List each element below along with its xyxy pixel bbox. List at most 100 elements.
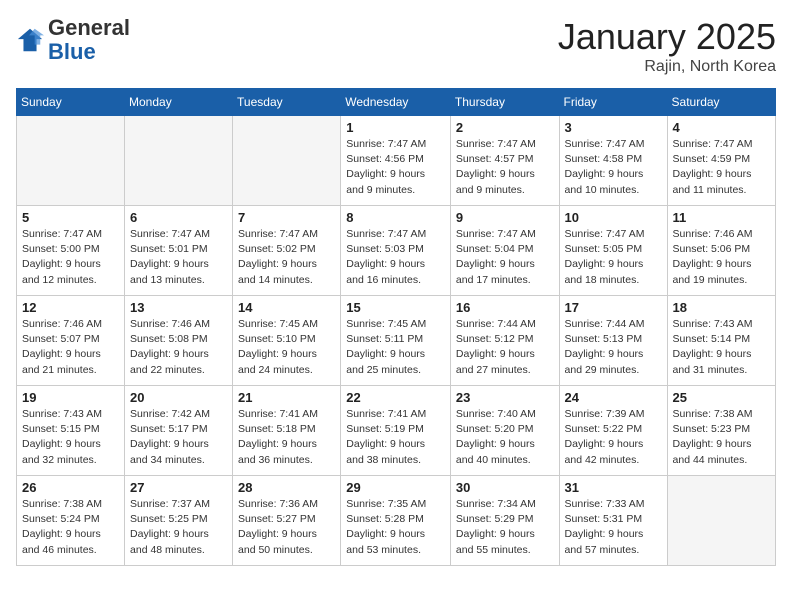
day-number: 26 xyxy=(22,480,119,495)
logo-blue-text: Blue xyxy=(48,39,96,64)
day-info: Sunrise: 7:47 AMSunset: 4:57 PMDaylight:… xyxy=(456,137,554,198)
calendar-table: SundayMondayTuesdayWednesdayThursdayFrid… xyxy=(16,88,776,566)
weekday-header: Wednesday xyxy=(341,89,451,116)
day-info: Sunrise: 7:40 AMSunset: 5:20 PMDaylight:… xyxy=(456,407,554,468)
calendar-cell: 19Sunrise: 7:43 AMSunset: 5:15 PMDayligh… xyxy=(17,386,125,476)
day-number: 16 xyxy=(456,300,554,315)
month-title: January 2025 xyxy=(558,16,776,58)
day-number: 20 xyxy=(130,390,227,405)
calendar-cell: 6 Sunrise: 7:47 AMSunset: 5:01 PMDaylight… xyxy=(125,206,233,296)
day-info: Sunrise: 7:47 AMSunset: 5:01 PMDaylight:… xyxy=(130,227,227,288)
calendar-cell: 4Sunrise: 7:47 AMSunset: 4:59 PMDaylight… xyxy=(667,116,775,206)
day-number: 29 xyxy=(346,480,445,495)
weekday-header: Friday xyxy=(559,89,667,116)
day-info: Sunrise: 7:46 AMSunset: 5:07 PMDaylight:… xyxy=(22,317,119,378)
day-info: Sunrise: 7:47 AMSunset: 5:03 PMDaylight:… xyxy=(346,227,445,288)
calendar-cell: 31 Sunrise: 7:33 AMSunset: 5:31 PMDayligh… xyxy=(559,476,667,566)
day-number: 6 xyxy=(130,210,227,225)
calendar-cell: 14Sunrise: 7:45 AMSunset: 5:10 PMDayligh… xyxy=(233,296,341,386)
day-info: Sunrise: 7:47 AMSunset: 5:05 PMDaylight:… xyxy=(565,227,662,288)
weekday-header: Sunday xyxy=(17,89,125,116)
calendar-cell xyxy=(17,116,125,206)
calendar-cell: 29 Sunrise: 7:35 AMSunset: 5:28 PMDayligh… xyxy=(341,476,451,566)
weekday-header: Thursday xyxy=(450,89,559,116)
day-info: Sunrise: 7:43 AMSunset: 5:14 PMDaylight:… xyxy=(673,317,770,378)
day-number: 28 xyxy=(238,480,335,495)
day-info: Sunrise: 7:41 AMSunset: 5:19 PMDaylight:… xyxy=(346,407,445,468)
day-info: Sunrise: 7:35 AMSunset: 5:28 PMDaylight:… xyxy=(346,497,445,558)
day-info: Sunrise: 7:46 AMSunset: 5:08 PMDaylight:… xyxy=(130,317,227,378)
day-info: Sunrise: 7:47 AMSunset: 4:56 PMDaylight:… xyxy=(346,137,445,198)
day-info: Sunrise: 7:37 AMSunset: 5:25 PMDaylight:… xyxy=(130,497,227,558)
day-number: 24 xyxy=(565,390,662,405)
calendar-cell: 8 Sunrise: 7:47 AMSunset: 5:03 PMDaylight… xyxy=(341,206,451,296)
calendar-cell: 18 Sunrise: 7:43 AMSunset: 5:14 PMDayligh… xyxy=(667,296,775,386)
day-info: Sunrise: 7:42 AMSunset: 5:17 PMDaylight:… xyxy=(130,407,227,468)
day-number: 27 xyxy=(130,480,227,495)
calendar-cell: 16 Sunrise: 7:44 AMSunset: 5:12 PMDayligh… xyxy=(450,296,559,386)
day-info: Sunrise: 7:47 AMSunset: 5:04 PMDaylight:… xyxy=(456,227,554,288)
location: Rajin, North Korea xyxy=(558,58,776,76)
calendar-cell: 25Sunrise: 7:38 AMSunset: 5:23 PMDayligh… xyxy=(667,386,775,476)
weekday-header: Monday xyxy=(125,89,233,116)
day-number: 13 xyxy=(130,300,227,315)
day-info: Sunrise: 7:41 AMSunset: 5:18 PMDaylight:… xyxy=(238,407,335,468)
day-number: 21 xyxy=(238,390,335,405)
calendar-cell: 10 Sunrise: 7:47 AMSunset: 5:05 PMDayligh… xyxy=(559,206,667,296)
calendar-cell: 13 Sunrise: 7:46 AMSunset: 5:08 PMDayligh… xyxy=(125,296,233,386)
calendar-cell: 7 Sunrise: 7:47 AMSunset: 5:02 PMDaylight… xyxy=(233,206,341,296)
week-row: 5 Sunrise: 7:47 AMSunset: 5:00 PMDaylight… xyxy=(17,206,776,296)
calendar-cell: 17 Sunrise: 7:44 AMSunset: 5:13 PMDayligh… xyxy=(559,296,667,386)
calendar-cell: 23 Sunrise: 7:40 AMSunset: 5:20 PMDayligh… xyxy=(450,386,559,476)
day-number: 10 xyxy=(565,210,662,225)
day-info: Sunrise: 7:34 AMSunset: 5:29 PMDaylight:… xyxy=(456,497,554,558)
day-info: Sunrise: 7:38 AMSunset: 5:23 PMDaylight:… xyxy=(673,407,770,468)
calendar-cell: 22Sunrise: 7:41 AMSunset: 5:19 PMDayligh… xyxy=(341,386,451,476)
day-number: 31 xyxy=(565,480,662,495)
day-info: Sunrise: 7:39 AMSunset: 5:22 PMDaylight:… xyxy=(565,407,662,468)
day-number: 11 xyxy=(673,210,770,225)
calendar-cell: 26 Sunrise: 7:38 AMSunset: 5:24 PMDayligh… xyxy=(17,476,125,566)
day-info: Sunrise: 7:47 AMSunset: 4:58 PMDaylight:… xyxy=(565,137,662,198)
day-number: 23 xyxy=(456,390,554,405)
day-number: 3 xyxy=(565,120,662,135)
logo-icon xyxy=(16,26,44,54)
calendar-cell: 3 Sunrise: 7:47 AMSunset: 4:58 PMDaylight… xyxy=(559,116,667,206)
day-info: Sunrise: 7:33 AMSunset: 5:31 PMDaylight:… xyxy=(565,497,662,558)
day-number: 8 xyxy=(346,210,445,225)
title-block: January 2025 Rajin, North Korea xyxy=(558,16,776,76)
day-info: Sunrise: 7:47 AMSunset: 5:00 PMDaylight:… xyxy=(22,227,119,288)
day-number: 30 xyxy=(456,480,554,495)
day-info: Sunrise: 7:36 AMSunset: 5:27 PMDaylight:… xyxy=(238,497,335,558)
day-number: 7 xyxy=(238,210,335,225)
week-row: 26 Sunrise: 7:38 AMSunset: 5:24 PMDayligh… xyxy=(17,476,776,566)
calendar-cell: 11Sunrise: 7:46 AMSunset: 5:06 PMDayligh… xyxy=(667,206,775,296)
day-info: Sunrise: 7:44 AMSunset: 5:12 PMDaylight:… xyxy=(456,317,554,378)
calendar-cell: 28 Sunrise: 7:36 AMSunset: 5:27 PMDayligh… xyxy=(233,476,341,566)
day-number: 12 xyxy=(22,300,119,315)
calendar-cell xyxy=(125,116,233,206)
logo: General Blue xyxy=(16,16,130,64)
calendar-cell: 15Sunrise: 7:45 AMSunset: 5:11 PMDayligh… xyxy=(341,296,451,386)
calendar-cell: 9Sunrise: 7:47 AMSunset: 5:04 PMDaylight… xyxy=(450,206,559,296)
calendar-cell: 2 Sunrise: 7:47 AMSunset: 4:57 PMDaylight… xyxy=(450,116,559,206)
day-info: Sunrise: 7:45 AMSunset: 5:10 PMDaylight:… xyxy=(238,317,335,378)
day-number: 4 xyxy=(673,120,770,135)
logo-general-text: General xyxy=(48,15,130,40)
day-number: 17 xyxy=(565,300,662,315)
day-number: 5 xyxy=(22,210,119,225)
day-number: 18 xyxy=(673,300,770,315)
day-number: 19 xyxy=(22,390,119,405)
weekday-header: Saturday xyxy=(667,89,775,116)
day-info: Sunrise: 7:44 AMSunset: 5:13 PMDaylight:… xyxy=(565,317,662,378)
day-info: Sunrise: 7:45 AMSunset: 5:11 PMDaylight:… xyxy=(346,317,445,378)
week-row: 1Sunrise: 7:47 AMSunset: 4:56 PMDaylight… xyxy=(17,116,776,206)
day-number: 2 xyxy=(456,120,554,135)
day-info: Sunrise: 7:38 AMSunset: 5:24 PMDaylight:… xyxy=(22,497,119,558)
day-info: Sunrise: 7:47 AMSunset: 5:02 PMDaylight:… xyxy=(238,227,335,288)
calendar-cell: 5 Sunrise: 7:47 AMSunset: 5:00 PMDaylight… xyxy=(17,206,125,296)
weekday-header: Tuesday xyxy=(233,89,341,116)
calendar-cell: 20 Sunrise: 7:42 AMSunset: 5:17 PMDayligh… xyxy=(125,386,233,476)
calendar-cell: 12 Sunrise: 7:46 AMSunset: 5:07 PMDayligh… xyxy=(17,296,125,386)
calendar-cell: 21 Sunrise: 7:41 AMSunset: 5:18 PMDayligh… xyxy=(233,386,341,476)
